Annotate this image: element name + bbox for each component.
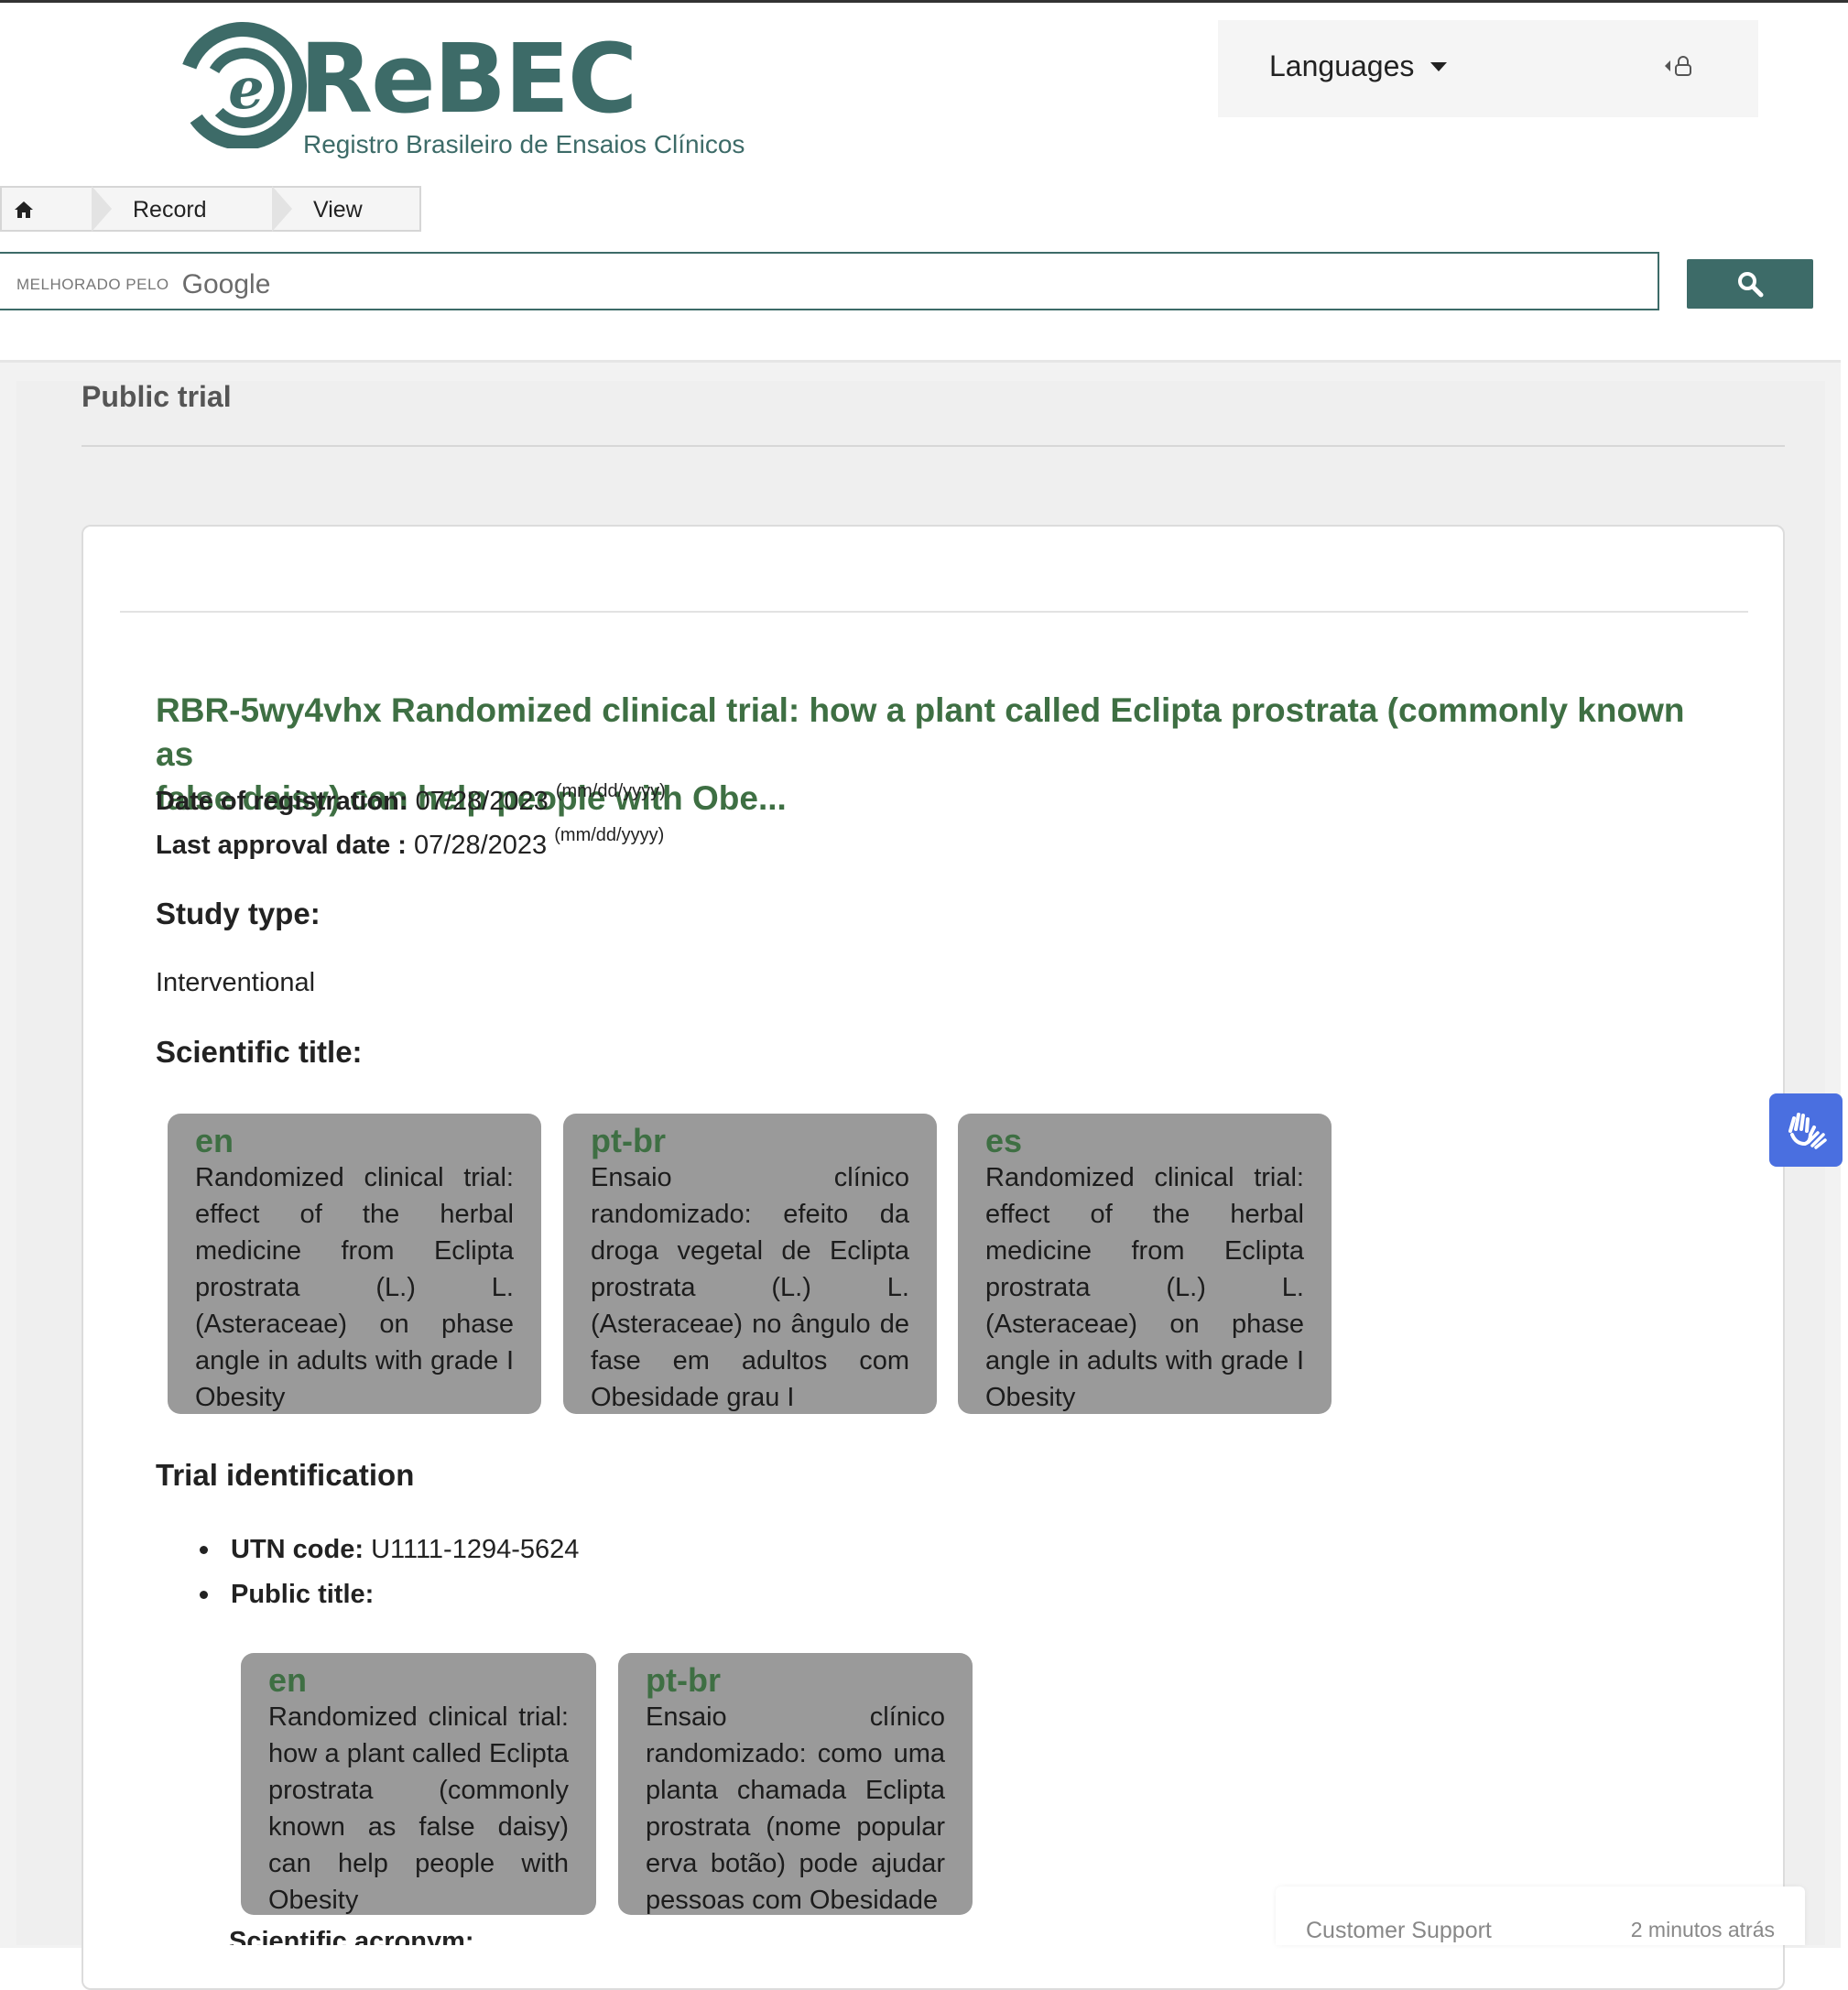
- enhanced-by-label: MELHORADO PELO: [16, 276, 169, 293]
- svg-text:e: e: [228, 55, 264, 122]
- utn-value: U1111-1294-5624: [371, 1535, 580, 1564]
- registration-date: Date of registration: 07/28/2023 (mm/dd/…: [156, 781, 666, 817]
- public-title-text: Ensaio clínico randomizado: como uma pla…: [646, 1702, 945, 1915]
- breadcrumb-separator: [92, 186, 112, 232]
- approval-format: (mm/dd/yyyy): [554, 825, 665, 845]
- breadcrumb-view[interactable]: View: [313, 197, 363, 223]
- logo-subtitle: Registro Brasileiro de Ensaios Clínicos: [303, 130, 745, 158]
- utn-label: UTN code:: [231, 1535, 364, 1564]
- logo-wordmark: ReBEC: [299, 23, 637, 135]
- approval-label: Last approval date :: [156, 831, 407, 860]
- scientific-title-card-pt-br: pt-br Ensaio clínico randomizado: efeito…: [563, 1114, 937, 1414]
- scientific-acronym-label: Scientific acronym:: [229, 1927, 474, 1945]
- breadcrumb-record[interactable]: Record: [133, 197, 207, 223]
- study-type-heading: Study type:: [156, 897, 321, 930]
- languages-label: Languages: [1269, 49, 1415, 82]
- scientific-title-text: Randomized clinical trial: effect of the…: [985, 1163, 1304, 1412]
- google-branding: MELHORADO PELO Google: [16, 269, 270, 300]
- approval-value: 07/28/2023: [414, 831, 548, 860]
- languages-dropdown[interactable]: Languages: [1269, 49, 1448, 83]
- language-code: pt-br: [591, 1122, 666, 1159]
- language-code: en: [268, 1661, 308, 1699]
- rebec-logo[interactable]: e ReBEC Registro Brasileiro de Ensaios C…: [179, 20, 746, 167]
- study-type-value: Interventional: [156, 968, 316, 997]
- trial-identification-heading: Trial identification: [156, 1458, 415, 1492]
- search-icon: [1738, 272, 1764, 298]
- divider: [82, 445, 1785, 447]
- lock-icon: [1675, 56, 1691, 76]
- public-title-card-pt-br: pt-br Ensaio clínico randomizado: como u…: [618, 1653, 973, 1915]
- public-title-card-en: en Randomized clinical trial: how a plan…: [241, 1653, 596, 1915]
- breadcrumb-separator: [272, 186, 292, 232]
- support-name: Customer Support: [1306, 1918, 1492, 1943]
- breadcrumb: Record View: [0, 186, 421, 232]
- public-title-label: Public title:: [231, 1580, 375, 1609]
- language-code: en: [195, 1122, 234, 1159]
- identification-list: UTN code: U1111-1294-5624 Public title:: [200, 1528, 579, 1617]
- google-wordmark: Google: [181, 269, 271, 299]
- scientific-title-card-es: es Randomized clinical trial: effect of …: [958, 1114, 1332, 1414]
- scientific-title-heading: Scientific title:: [156, 1035, 363, 1069]
- registration-label: Date of registration:: [156, 787, 408, 816]
- language-bar: Languages: [1218, 20, 1758, 117]
- divider: [120, 611, 1748, 613]
- trial-heading-line1: RBR-5wy4vhx Randomized clinical trial: h…: [156, 691, 1685, 773]
- search-input[interactable]: MELHORADO PELO Google: [0, 252, 1659, 310]
- list-item: UTN code: U1111-1294-5624: [200, 1528, 579, 1572]
- search-button[interactable]: [1687, 259, 1813, 309]
- public-title-text: Randomized clinical trial: how a plant c…: [268, 1702, 569, 1915]
- language-code: es: [985, 1122, 1023, 1159]
- scientific-title-card-en: en Randomized clinical trial: effect of …: [168, 1114, 541, 1414]
- bullet: [200, 1591, 208, 1599]
- scientific-title-text: Ensaio clínico randomizado: efeito da dr…: [591, 1163, 909, 1412]
- bullet: [200, 1546, 208, 1554]
- scientific-title-text: Randomized clinical trial: effect of the…: [195, 1163, 514, 1412]
- support-time: 2 minutos atrás: [1630, 1918, 1775, 1941]
- caret-down-icon: [1430, 61, 1448, 71]
- customer-support-widget[interactable]: Customer Support 2 minutos atrás: [1276, 1887, 1805, 1945]
- top-border: [0, 0, 1848, 3]
- language-code: pt-br: [646, 1661, 721, 1699]
- registration-value: 07/28/2023: [415, 787, 549, 816]
- sign-language-hands-icon: [1788, 1113, 1827, 1149]
- user-lock-icon[interactable]: [1665, 55, 1692, 77]
- rebec-e-symbol-icon: e: [179, 21, 307, 148]
- sign-language-button[interactable]: [1769, 1093, 1843, 1167]
- caret-left-icon: [1665, 60, 1670, 71]
- approval-date: Last approval date : 07/28/2023 (mm/dd/y…: [156, 825, 664, 861]
- list-item: Public title:: [200, 1572, 579, 1617]
- page-title: Public trial: [82, 380, 232, 413]
- registration-format: (mm/dd/yyyy): [555, 781, 666, 801]
- home-icon[interactable]: [14, 199, 34, 225]
